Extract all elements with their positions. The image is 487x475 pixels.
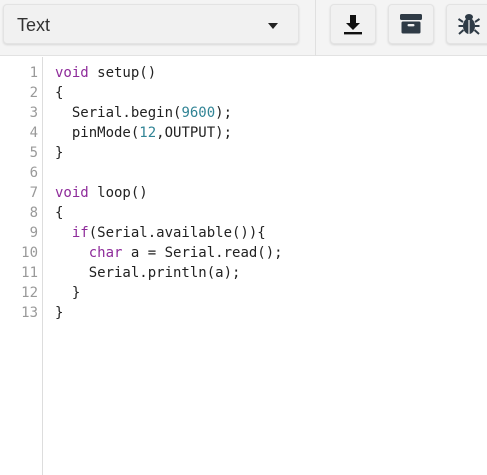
line-number: 12 — [21, 285, 38, 301]
line-number: 11 — [21, 265, 38, 281]
code-line[interactable]: { — [55, 83, 283, 103]
code-text: pinMode( — [55, 125, 140, 141]
code-text: ); — [215, 105, 233, 121]
code-line[interactable]: } — [55, 143, 283, 163]
code-line[interactable]: pinMode(12,OUTPUT); — [55, 123, 283, 143]
code-text: } — [55, 145, 64, 161]
code-text: { — [55, 205, 64, 221]
line-number: 1 — [29, 65, 38, 81]
debug-button[interactable] — [446, 4, 487, 44]
toolbar: Text — [0, 0, 487, 56]
code-text: } — [55, 285, 81, 301]
code-content[interactable]: void setup() { Serial.begin(9600); pinMod… — [55, 63, 283, 323]
code-keyword: void — [55, 185, 89, 201]
line-number: 2 — [29, 85, 38, 101]
line-number-gutter: 1 2 3 4 5 6 7 8 9 10 11 12 13 — [0, 57, 43, 475]
bug-icon — [458, 14, 480, 35]
code-line[interactable]: if(Serial.available()){ — [55, 223, 283, 243]
code-text: } — [55, 305, 64, 321]
line-number: 3 — [29, 105, 38, 121]
code-text: ,OUTPUT); — [156, 125, 233, 141]
toolbar-divider — [315, 0, 316, 56]
archive-box-icon — [400, 14, 422, 34]
line-number: 5 — [29, 145, 38, 161]
code-line[interactable]: { — [55, 203, 283, 223]
code-line[interactable]: void setup() — [55, 63, 283, 83]
code-number: 9600 — [181, 105, 216, 121]
line-number: 9 — [29, 225, 38, 241]
archive-button[interactable] — [388, 4, 434, 44]
code-line[interactable]: void loop() — [55, 183, 283, 203]
code-line[interactable]: } — [55, 283, 283, 303]
code-line[interactable]: Serial.println(a); — [55, 263, 283, 283]
code-keyword: char — [88, 245, 123, 261]
mode-select-dropdown[interactable]: Text — [3, 4, 299, 44]
code-number: 12 — [139, 125, 157, 141]
code-line[interactable] — [55, 163, 283, 183]
line-number: 8 — [29, 205, 38, 221]
line-numbers: 1 2 3 4 5 6 7 8 9 10 11 12 13 — [0, 63, 38, 323]
line-number: 10 — [21, 245, 38, 261]
code-line[interactable]: Serial.begin(9600); — [55, 103, 283, 123]
code-line[interactable]: char a = Serial.read(); — [55, 243, 283, 263]
download-icon — [344, 15, 362, 35]
code-text: Serial.println(a); — [55, 265, 241, 281]
line-number: 6 — [29, 165, 38, 181]
code-keyword: if — [71, 225, 89, 241]
code-line[interactable]: } — [55, 303, 283, 323]
code-text: Serial.begin( — [55, 105, 182, 121]
caret-down-icon — [268, 23, 278, 29]
download-button[interactable] — [330, 4, 376, 44]
line-number: 4 — [29, 125, 38, 141]
line-number: 7 — [29, 185, 38, 201]
mode-select-value: Text — [17, 15, 51, 35]
code-text: setup() — [88, 65, 157, 81]
code-text: { — [55, 85, 64, 101]
code-text: (Serial.available()){ — [88, 225, 266, 241]
code-text: loop() — [88, 185, 148, 201]
code-editor[interactable]: 1 2 3 4 5 6 7 8 9 10 11 12 13 void setup(){ Serial.b… — [0, 57, 487, 475]
line-number: 13 — [21, 305, 38, 321]
code-keyword: void — [55, 65, 89, 81]
code-text: a = Serial.read(); — [122, 245, 283, 261]
